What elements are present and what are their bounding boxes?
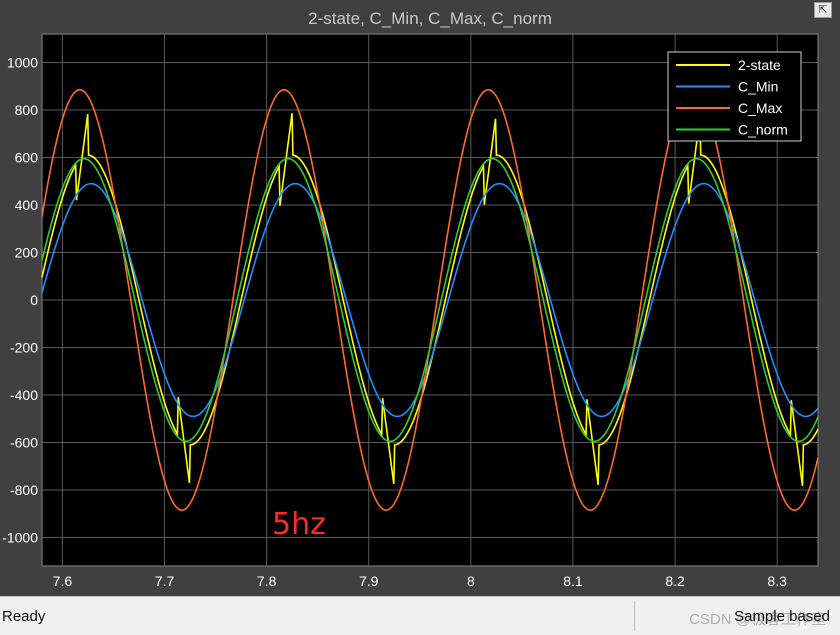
x-tick-label: 8: [467, 573, 475, 589]
x-tick-label: 7.9: [359, 573, 379, 589]
x-tick-label: 7.8: [257, 573, 277, 589]
y-tick-label: 600: [15, 150, 39, 166]
status-mode-text: Sample based: [734, 608, 830, 625]
y-tick-label: -400: [10, 387, 38, 403]
y-tick-label: -200: [10, 340, 38, 356]
y-tick-label: -600: [10, 435, 38, 451]
y-tick-label: 800: [15, 102, 39, 118]
x-tick-label: 7.6: [53, 573, 73, 589]
status-divider: [634, 601, 635, 631]
status-ready-text: Ready: [2, 608, 46, 625]
legend-label: C_Max: [738, 100, 782, 116]
x-tick-label: 8.1: [563, 573, 583, 589]
y-tick-label: 1000: [7, 55, 38, 71]
x-tick-label: 7.7: [155, 573, 175, 589]
x-tick-label: 8.2: [665, 573, 685, 589]
scope-window: 2-state, C_Min, C_Max, C_norm 7.6 7.7 7.8 7…: [0, 0, 840, 635]
legend-label: C_norm: [738, 122, 788, 138]
legend-label: 2-state: [738, 57, 781, 73]
y-tick-label: -800: [10, 482, 38, 498]
y-tick-label: -1000: [2, 530, 38, 546]
status-bar: Ready CSDN @极客工作室 Sample based: [0, 596, 840, 635]
legend[interactable]: 2-state C_Min C_Max C_norm: [667, 51, 802, 142]
x-tick-label: 8.3: [767, 573, 787, 589]
y-tick-label: 0: [30, 292, 38, 308]
y-tick-label: 200: [15, 245, 39, 261]
undock-icon[interactable]: ⇱: [814, 2, 832, 18]
legend-label: C_Min: [738, 79, 778, 95]
scope-chart: 2-state, C_Min, C_Max, C_norm 7.6 7.7 7.8 7…: [2, 9, 819, 589]
y-tick-label: 400: [15, 197, 39, 213]
frequency-annotation: 5hz: [272, 507, 326, 542]
chart-title: 2-state, C_Min, C_Max, C_norm: [308, 9, 552, 28]
